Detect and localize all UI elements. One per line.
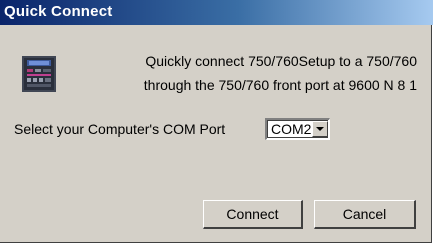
chevron-down-icon: [316, 127, 324, 131]
title-bar[interactable]: Quick Connect: [0, 0, 433, 25]
com-port-selected-value: COM2: [271, 121, 312, 137]
relay-device-icon: [22, 56, 56, 92]
com-port-select[interactable]: COM2: [265, 118, 330, 140]
cancel-button[interactable]: Cancel: [314, 200, 416, 229]
com-port-label: Select your Computer's COM Port: [14, 121, 226, 137]
intro-text-line2: through the 750/760 front port at 9600 N…: [143, 77, 417, 93]
window-title: Quick Connect: [4, 3, 113, 20]
intro-text-line1: Quickly connect 750/760Setup to a 750/76…: [145, 53, 417, 69]
quick-connect-dialog: Quick Connect Quickly connect 750/760Set…: [0, 0, 433, 243]
dropdown-button[interactable]: [312, 121, 328, 137]
connect-button[interactable]: Connect: [203, 200, 303, 229]
